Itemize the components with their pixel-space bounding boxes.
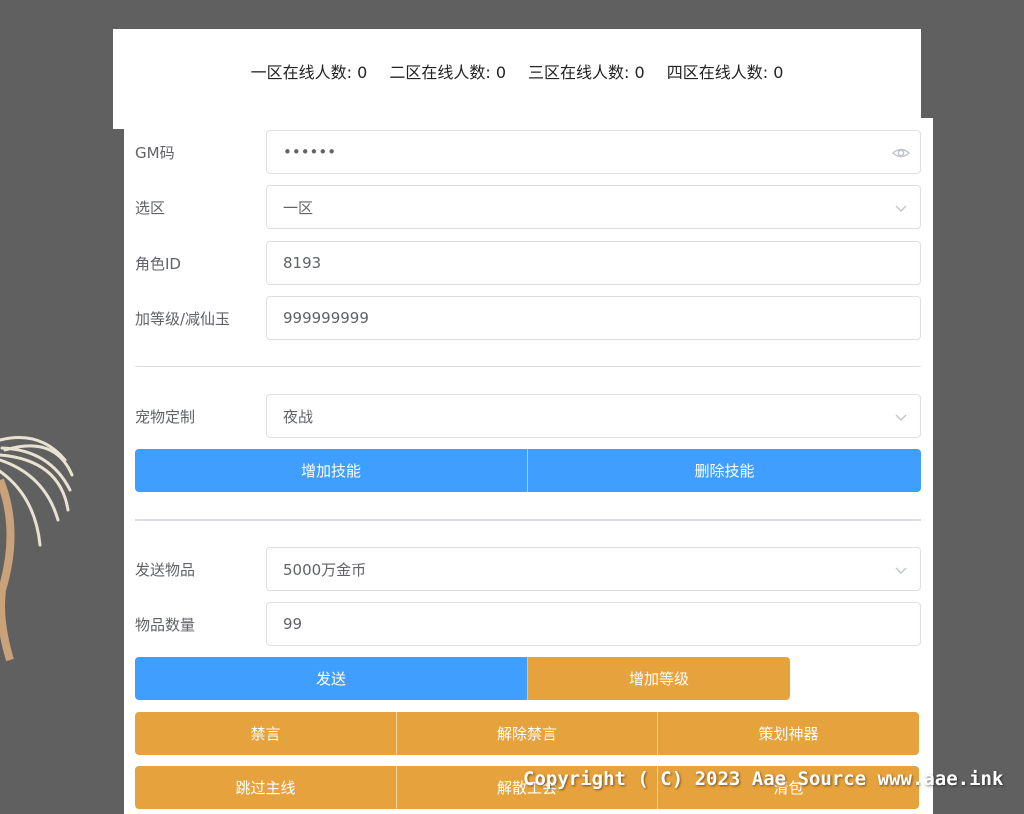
role-id-label: 角色ID: [135, 254, 181, 273]
item-qty-row: 物品数量: [135, 602, 921, 646]
online-count-zone-1: 一区在线人数: 0: [250, 63, 368, 82]
chevron-down-icon: [895, 567, 907, 574]
send-item-select[interactable]: 5000万金币: [266, 547, 921, 591]
role-id-input[interactable]: [283, 254, 904, 272]
zone-select-value: 一区: [283, 198, 314, 217]
pet-label: 宠物定制: [135, 407, 196, 426]
chevron-down-icon: [895, 414, 907, 421]
level-jade-input[interactable]: [283, 309, 904, 327]
gm-control-panel: GM码 选区 一区 角色ID 加等级/减仙玉 宠物定制: [124, 118, 933, 814]
mute-button-group: 禁言 解除禁言 策划神器: [135, 712, 919, 755]
unmute-button[interactable]: 解除禁言: [397, 712, 658, 755]
skip-main-quest-button[interactable]: 跳过主线: [135, 766, 397, 809]
zone-row: 选区 一区: [135, 185, 921, 229]
gm-code-row: GM码: [135, 130, 921, 174]
zone-select[interactable]: 一区: [266, 185, 921, 229]
pet-select[interactable]: 夜战: [266, 394, 921, 438]
online-count-zone-3: 三区在线人数: 0: [528, 63, 645, 82]
online-stats-row: 一区在线人数: 0 二区在线人数: 0 三区在线人数: 0 四区在线人数: 0: [113, 59, 921, 83]
level-jade-field[interactable]: [266, 296, 921, 340]
disband-guild-button[interactable]: 解散工会: [397, 766, 658, 809]
role-id-row: 角色ID: [135, 241, 921, 285]
skill-button-group: 增加技能 删除技能: [135, 449, 921, 492]
gm-code-field[interactable]: [266, 130, 921, 174]
mute-button[interactable]: 禁言: [135, 712, 397, 755]
remove-skill-button[interactable]: 删除技能: [528, 449, 921, 492]
chevron-down-icon: [895, 205, 907, 212]
online-stats-card: 一区在线人数: 0 二区在线人数: 0 三区在线人数: 0 四区在线人数: 0: [113, 29, 921, 129]
clear-bag-button[interactable]: 清包: [658, 766, 919, 809]
zone-label: 选区: [135, 198, 166, 217]
background-artwork: [0, 436, 74, 662]
send-button[interactable]: 发送: [135, 657, 528, 700]
send-button-group: 发送 增加等级: [135, 657, 790, 700]
pet-row: 宠物定制 夜战: [135, 394, 921, 438]
send-item-label: 发送物品: [135, 560, 196, 579]
design-artifact-button[interactable]: 策划神器: [658, 712, 919, 755]
misc-button-group: 跳过主线 解散工会 清包: [135, 766, 919, 809]
add-skill-button[interactable]: 增加技能: [135, 449, 528, 492]
role-id-field[interactable]: [266, 241, 921, 285]
send-item-select-value: 5000万金币: [283, 560, 367, 579]
item-qty-field[interactable]: [266, 602, 921, 646]
gm-code-label: GM码: [135, 143, 175, 162]
level-jade-row: 加等级/减仙玉: [135, 296, 921, 340]
item-qty-input[interactable]: [283, 615, 904, 633]
eye-icon[interactable]: [892, 144, 910, 162]
section-divider: [135, 366, 921, 367]
gm-code-input[interactable]: [283, 143, 904, 161]
item-qty-label: 物品数量: [135, 615, 196, 634]
online-count-zone-2: 二区在线人数: 0: [389, 63, 506, 82]
add-level-button[interactable]: 增加等级: [528, 657, 790, 700]
section-divider: [135, 519, 921, 521]
send-item-row: 发送物品 5000万金币: [135, 547, 921, 591]
pet-select-value: 夜战: [283, 407, 314, 426]
level-jade-label: 加等级/减仙玉: [135, 309, 231, 328]
online-count-zone-4: 四区在线人数: 0: [666, 63, 784, 82]
